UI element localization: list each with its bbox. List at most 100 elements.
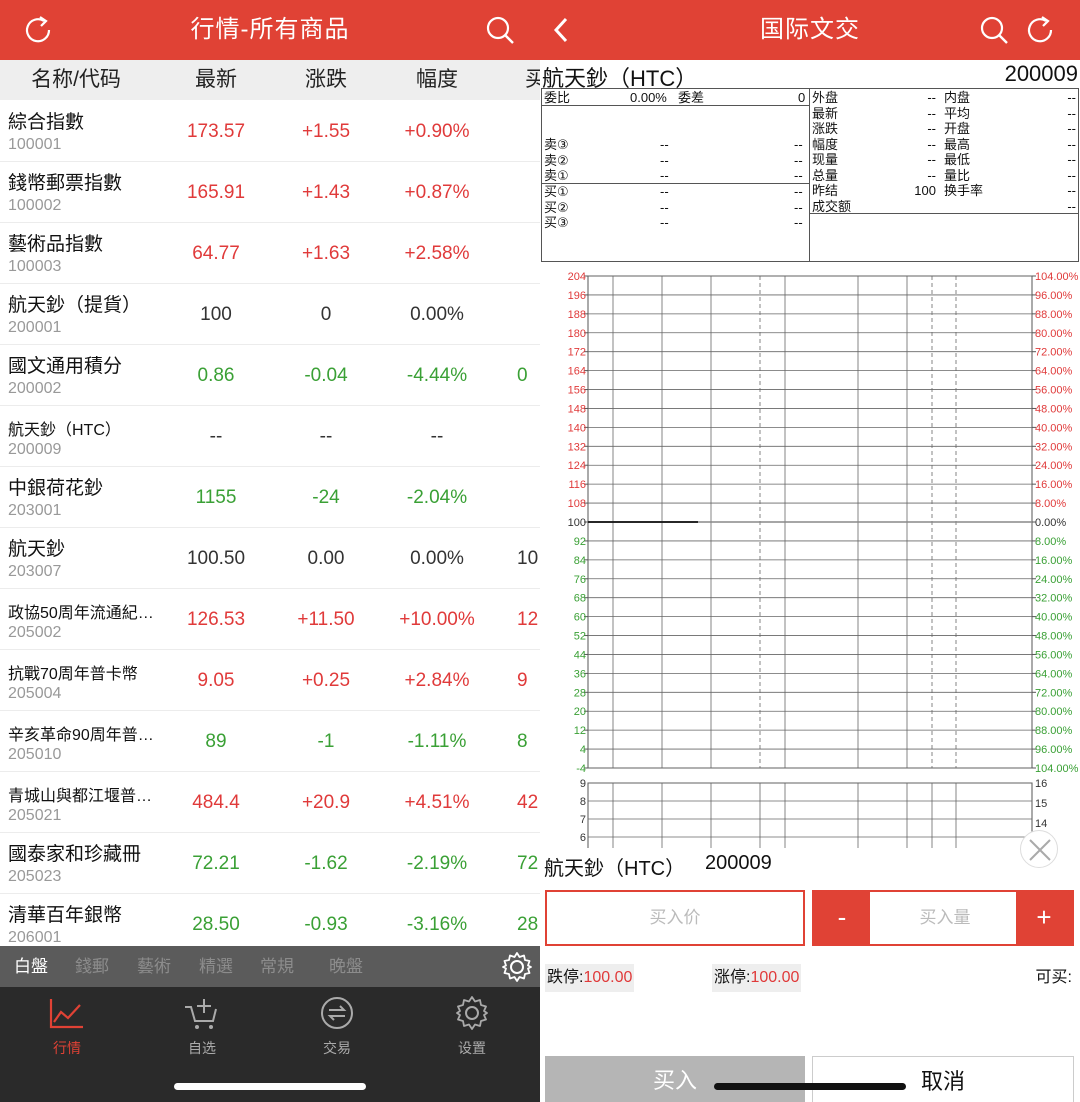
price-change: -24 — [312, 487, 340, 508]
percent-tick-label: 32.00% — [1035, 441, 1073, 453]
percent-tick-label: 8.00% — [1035, 498, 1066, 510]
weibi-label: 委比 — [544, 90, 571, 105]
percent-tick-label: 96.00% — [1035, 290, 1073, 302]
stat-value: 100 — [914, 183, 936, 198]
nav-settings-label: 设置 — [458, 1040, 486, 1056]
buy-quantity-stepper: - 买入量 + — [812, 890, 1074, 946]
percent-tick-label: 88.00% — [1035, 725, 1073, 737]
stat-label: 幅度 — [812, 136, 839, 152]
percent-tick-label: 16.00% — [1035, 555, 1073, 567]
price-change: +0.25 — [301, 670, 351, 691]
level-volume: -- — [794, 184, 803, 199]
refresh-icon[interactable] — [1022, 12, 1058, 48]
table-row[interactable]: 錢幣郵票指數 100002 165.91 +1.43 +0.87% — [0, 162, 540, 223]
buy-price: 10 — [517, 548, 539, 569]
level-volume: -- — [794, 137, 803, 152]
close-button[interactable] — [1020, 830, 1058, 868]
price-tick-label: 156 — [568, 385, 586, 397]
level-label: 卖③ — [544, 137, 569, 152]
table-row[interactable]: 航天鈔 203007 100.50 0.00 0.00% 10 — [0, 528, 540, 589]
search-icon[interactable] — [482, 12, 518, 48]
tab-wanpan[interactable]: 晚盤 — [329, 946, 363, 987]
percent-change: -- — [430, 426, 444, 447]
table-row[interactable]: 國泰家和珍藏冊 205023 72.21 -1.62 -2.19% 72 — [0, 833, 540, 894]
table-row[interactable]: 抗戰70周年普卡幣 205004 9.05 +0.25 +2.84% 9 — [0, 650, 540, 711]
buy-button[interactable]: 买入 — [545, 1056, 805, 1102]
intraday-chart[interactable]: 204 104.00% 196 96.00% 188 88.00% 180 80.00% 172… — [540, 268, 1080, 859]
tab-yishu[interactable]: 藝術 — [137, 946, 171, 987]
column-change[interactable]: 涨跌 — [276, 60, 376, 100]
price-change: +1.63 — [301, 243, 351, 264]
product-code: 205021 — [8, 807, 62, 824]
price-tick-label: 172 — [568, 347, 586, 359]
buy-price: 0 — [517, 365, 528, 386]
table-row[interactable]: 政協50周年流通紀… 205002 126.53 +11.50 +10.00% 12 — [0, 589, 540, 650]
nav-settings[interactable]: 设置 — [427, 995, 517, 1058]
price-tick-label: 124 — [568, 460, 586, 472]
search-icon[interactable] — [976, 12, 1012, 48]
percent-tick-label: 56.00% — [1035, 649, 1073, 661]
column-name-code[interactable]: 名称/代码 — [14, 60, 138, 100]
product-code: 205023 — [8, 868, 62, 885]
table-row[interactable]: 青城山與都江堰普… 205021 484.4 +20.9 +4.51% 42 — [0, 772, 540, 833]
table-row[interactable]: 中銀荷花鈔 203001 1155 -24 -2.04% — [0, 467, 540, 528]
stat-value: -- — [927, 167, 936, 183]
table-row[interactable]: 綜合指數 100001 173.57 +1.55 +0.90% — [0, 101, 540, 162]
cancel-button[interactable]: 取消 — [812, 1056, 1074, 1102]
stat-value: -- — [1067, 152, 1076, 167]
table-row[interactable]: 辛亥革命90周年普… 205010 89 -1 -1.11% 8 — [0, 711, 540, 772]
gear-icon[interactable] — [500, 950, 534, 984]
column-buy[interactable]: 买 — [525, 60, 540, 100]
price-tick-label: -4 — [576, 763, 586, 775]
price-tick-label: 196 — [568, 290, 586, 302]
table-row[interactable]: 航天鈔（提貨） 200001 100 0 0.00% — [0, 284, 540, 345]
buy-quantity-input[interactable]: 买入量 — [870, 892, 1020, 944]
stat-label: 最新 — [812, 105, 839, 121]
product-name: 中銀荷花鈔 — [8, 478, 104, 499]
price-tick-label: 108 — [568, 498, 586, 510]
volume-tick-label: 6 — [580, 832, 586, 844]
percent-tick-label: 48.00% — [1035, 631, 1073, 643]
price-change: -0.04 — [304, 365, 348, 386]
tab-jingxuan[interactable]: 精選 — [199, 946, 233, 987]
latest-price: 165.91 — [186, 182, 246, 203]
buy-price-input[interactable]: 买入价 — [545, 890, 805, 946]
nav-watchlist[interactable]: 自选 — [157, 995, 247, 1058]
table-row[interactable]: 航天鈔（HTC） 200009 -- -- -- — [0, 406, 540, 467]
table-row[interactable]: 藝術品指數 100003 64.77 +1.63 +2.58% — [0, 223, 540, 284]
percent-tick-label: 40.00% — [1035, 422, 1073, 434]
stat-value: -- — [927, 152, 936, 167]
percent-tick-label: 104.00% — [1035, 271, 1079, 283]
percent-tick-label: 104.00% — [1035, 763, 1079, 775]
stat-value: -- — [1067, 90, 1076, 105]
latest-price: 89 — [205, 731, 227, 752]
tab-baipan[interactable]: 白盤 — [14, 946, 48, 987]
price-change: +11.50 — [297, 609, 355, 630]
home-indicator — [714, 1083, 906, 1090]
tab-qianyou[interactable]: 錢郵 — [75, 946, 109, 987]
decrease-quantity-button[interactable]: - — [814, 892, 870, 944]
trade-product-code: 200009 — [705, 852, 772, 874]
tab-changgui[interactable]: 常規 — [260, 946, 294, 987]
stat-value: -- — [1067, 167, 1076, 183]
nav-trade[interactable]: 交易 — [292, 995, 382, 1058]
product-name: 抗戰70周年普卡幣 — [8, 666, 138, 683]
product-name: 辛亥革命90周年普… — [8, 727, 154, 744]
volume-right-tick-label: 14 — [1035, 818, 1047, 830]
stat-value: -- — [1067, 183, 1076, 198]
volume-right-tick-label: 15 — [1035, 798, 1047, 810]
product-code: 205004 — [8, 685, 62, 702]
nav-watchlist-label: 自选 — [188, 1040, 216, 1056]
latest-price: 173.57 — [186, 121, 246, 142]
level-label: 买② — [544, 199, 569, 215]
nav-market[interactable]: 行情 — [22, 995, 112, 1058]
table-row[interactable]: 國文通用積分 200002 0.86 -0.04 -4.44% 0 — [0, 345, 540, 406]
percent-tick-label: 40.00% — [1035, 612, 1073, 624]
percent-tick-label: 88.00% — [1035, 309, 1073, 321]
latest-price: 0.86 — [197, 365, 235, 386]
product-name: 藝術品指數 — [8, 234, 104, 255]
column-latest[interactable]: 最新 — [166, 60, 266, 100]
column-percent[interactable]: 幅度 — [387, 60, 487, 100]
price-tick-label: 68 — [574, 593, 586, 605]
increase-quantity-button[interactable]: + — [1016, 892, 1072, 944]
